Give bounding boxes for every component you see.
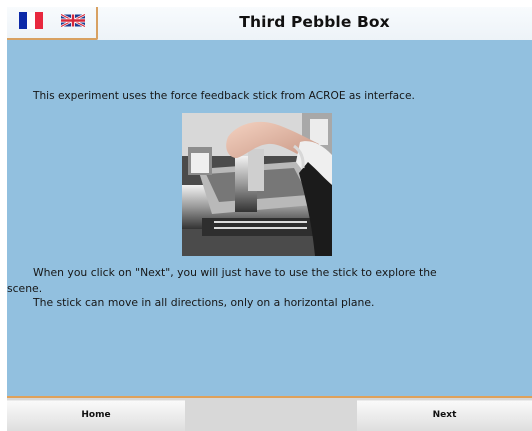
intro-text: This experiment uses the force feedback … bbox=[33, 90, 415, 102]
footer-bar: Home Next bbox=[7, 398, 532, 431]
instruction-text-line: scene. bbox=[7, 282, 43, 295]
french-flag-icon[interactable] bbox=[19, 12, 43, 29]
home-button[interactable]: Home bbox=[7, 400, 185, 431]
next-button[interactable]: Next bbox=[357, 400, 532, 431]
instruction-text-line: When you click on "Next", you will just … bbox=[33, 266, 437, 279]
uk-flag-icon[interactable] bbox=[61, 12, 85, 29]
language-selector bbox=[7, 7, 98, 40]
main-content: This experiment uses the force feedback … bbox=[7, 40, 532, 396]
app-window: Third Pebble Box This experiment uses th… bbox=[7, 7, 532, 431]
force-feedback-stick-image bbox=[182, 113, 332, 256]
page-title: Third Pebble Box bbox=[239, 13, 390, 31]
header-bar: Third Pebble Box bbox=[7, 7, 532, 40]
instruction-text-line: The stick can move in all directions, on… bbox=[33, 296, 375, 309]
